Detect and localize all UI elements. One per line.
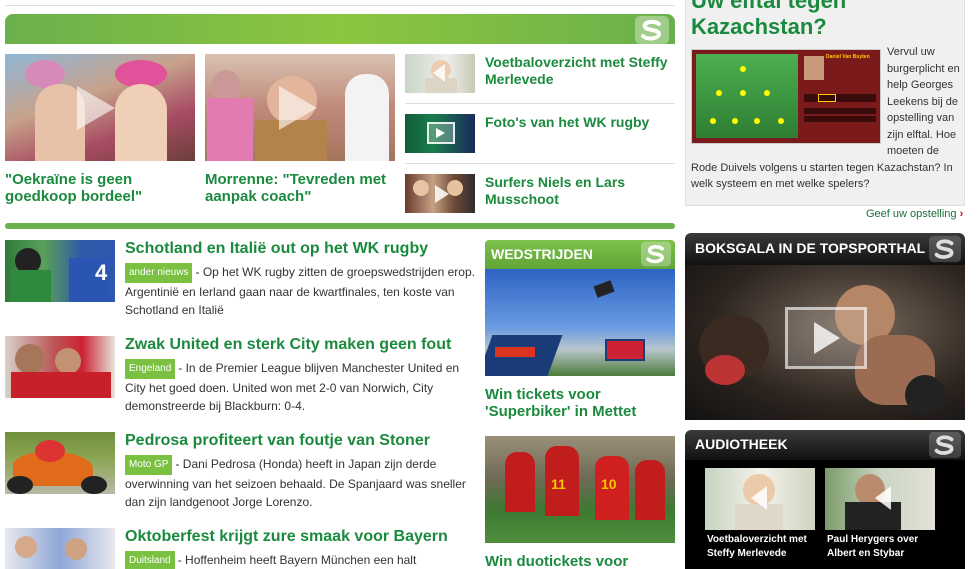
play-icon (435, 185, 449, 203)
video-thumbnail-oekraine[interactable] (5, 54, 195, 161)
boksgala-video[interactable] (685, 265, 965, 420)
wedstrijden-thumb-duotickets[interactable]: 11 10 (485, 436, 675, 543)
media-thumb-surfers[interactable] (405, 174, 475, 213)
news-title[interactable]: Schotland en Italië out op het WK rugby (125, 240, 475, 257)
news-category-badge[interactable]: Moto GP (125, 455, 173, 475)
media-thumb-wk-rugby[interactable] (405, 114, 475, 153)
media-title-wk-rugby[interactable]: Foto's van het WK rugby (485, 114, 670, 131)
video-caption-morrenne[interactable]: Morrenne: "Tevreden met aanpak coach" (205, 171, 400, 205)
news-title[interactable]: Pedrosa profiteert van foutje van Stoner (125, 432, 475, 449)
sporza-logo-icon (641, 241, 671, 267)
poll-title[interactable]: Uw elftal tegen Kazachstan? (691, 0, 961, 40)
wedstrijden-header: WEDSTRIJDEN (485, 240, 675, 269)
play-icon[interactable] (77, 86, 115, 130)
section-divider (5, 223, 675, 229)
news-category-badge[interactable]: ander nieuws (125, 263, 193, 283)
news-category-badge[interactable]: Engeland (125, 359, 176, 379)
boksgala-header-label: BOKSGALA IN DE TOPSPORTHAL (695, 240, 926, 256)
news-summary: Engeland - In de Premier League blijven M… (125, 359, 475, 415)
news-thumb-united[interactable] (5, 336, 115, 398)
wedstrijden-header-label: WEDSTRIJDEN (491, 246, 593, 262)
wedstrijden-title[interactable]: Win duotickets voor (485, 553, 675, 569)
news-summary: ander nieuws - Op het WK rugby zitten de … (125, 263, 475, 319)
news-summary-text: - Hoffenheim heeft Bayern München een ha… (177, 553, 417, 567)
news-category-badge[interactable]: Duitsland (125, 551, 175, 569)
poll-cta-link[interactable]: Geef uw opstelling › (866, 208, 963, 220)
chevron-right-icon: › (959, 208, 964, 220)
news-thumb-pedrosa[interactable] (5, 432, 115, 494)
sporza-logo-icon (929, 431, 961, 459)
play-icon[interactable] (785, 307, 867, 369)
audio-icon (433, 64, 445, 82)
news-summary-text: - Dani Pedrosa (Honda) heeft in Japan zi… (125, 457, 466, 509)
audiotheek-title[interactable]: Paul Herygers over Albert en Stybar (827, 533, 935, 561)
news-thumb-bayern[interactable] (5, 528, 115, 569)
audiotheek-header: AUDIOTHEEK (685, 430, 965, 460)
section-top-bar (5, 14, 675, 44)
audiotheek-thumb-voetbaloverzicht[interactable] (705, 468, 815, 530)
poll-description: Vervul uw burgerplicht en help Georges L… (691, 44, 963, 193)
audio-icon (751, 486, 767, 510)
news-title[interactable]: Oktoberfest krijgt zure smaak voor Bayer… (125, 528, 475, 545)
wedstrijden-title[interactable]: Win tickets voor 'Superbiker' in Mettet (485, 386, 675, 420)
news-summary: Duitsland - Hoffenheim heeft Bayern Münch… (125, 551, 475, 569)
boksgala-header: BOKSGALA IN DE TOPSPORTHAL (685, 233, 965, 265)
media-thumb-voetbaloverzicht[interactable] (405, 54, 475, 93)
news-summary: Moto GP - Dani Pedrosa (Honda) heeft in J… (125, 455, 475, 511)
media-title-surfers[interactable]: Surfers Niels en Lars Musschoot (485, 174, 670, 208)
play-icon[interactable] (279, 86, 317, 130)
news-title[interactable]: Zwak United en sterk City maken geen fou… (125, 336, 475, 353)
audiotheek-header-label: AUDIOTHEEK (695, 436, 788, 452)
poll-cta-label[interactable]: Geef uw opstelling (866, 208, 957, 220)
media-title-voetbaloverzicht[interactable]: Voetbaloverzicht met Steffy Merlevede (485, 54, 670, 88)
audiotheek-title[interactable]: Voetbaloverzicht met Steffy Merlevede (707, 533, 815, 561)
wedstrijden-thumb-superbiker[interactable] (485, 269, 675, 376)
video-thumbnail-morrenne[interactable] (205, 54, 395, 161)
sporza-logo-icon (929, 235, 961, 263)
audio-icon (875, 486, 891, 510)
audiotheek-thumb-herygers[interactable] (825, 468, 935, 530)
news-thumb-rugby[interactable]: 4 (5, 240, 115, 302)
sporza-logo-icon (635, 16, 669, 44)
video-caption-oekraine[interactable]: "Oekraïne is geen goedkoop bordeel" (5, 171, 190, 205)
